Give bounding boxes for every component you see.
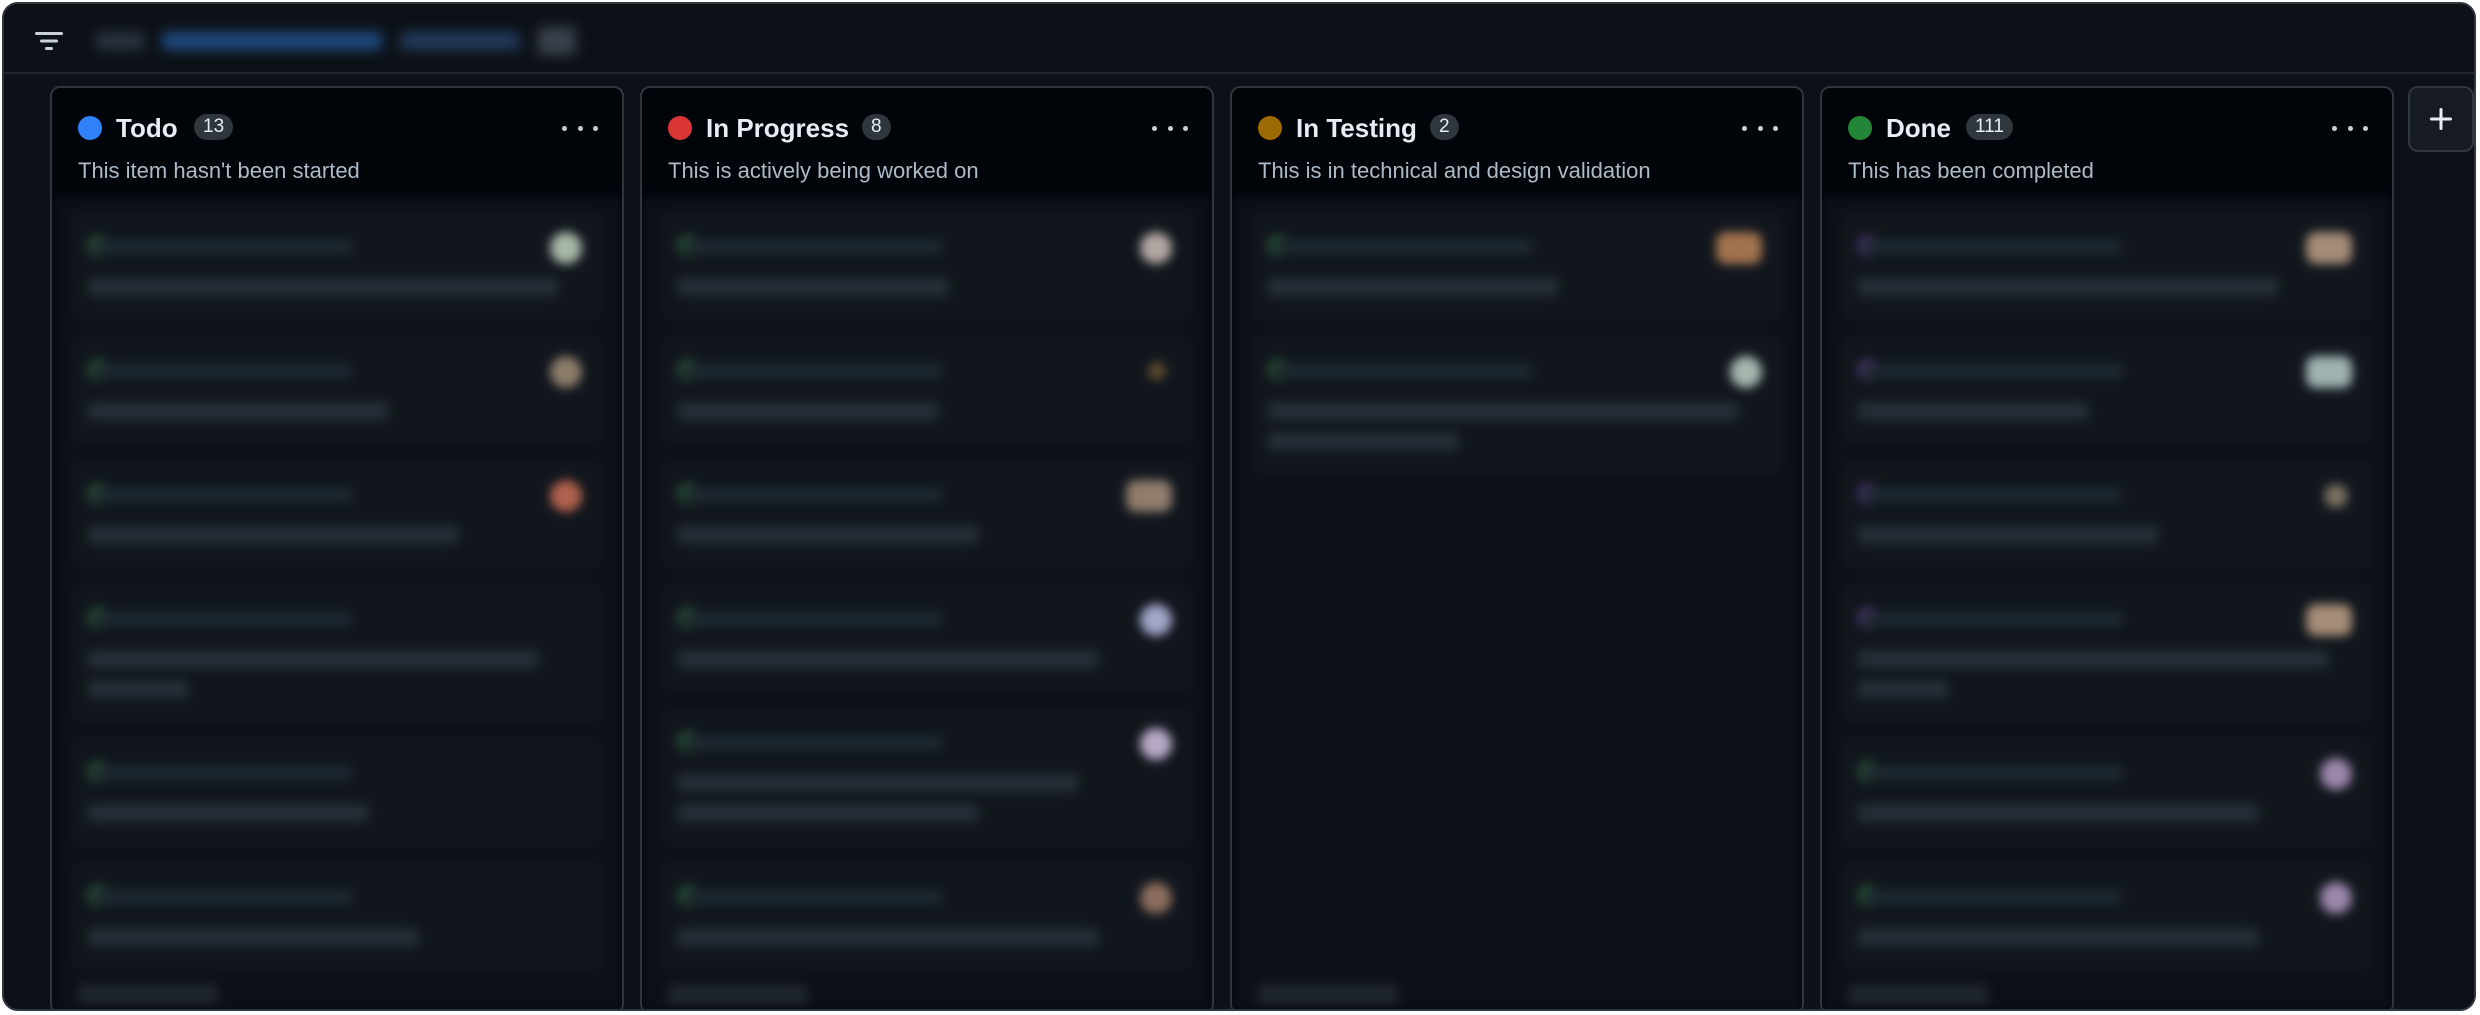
column-description: This is actively being worked on <box>668 158 979 183</box>
status-dot <box>1258 116 1282 140</box>
card[interactable] <box>662 336 1192 444</box>
card[interactable] <box>72 336 602 444</box>
column-header: In Progress 8 This is actively being wor… <box>642 88 1212 196</box>
card[interactable] <box>72 212 602 320</box>
column-description: This item hasn't been started <box>78 158 360 183</box>
column-title: Todo <box>116 113 178 143</box>
card[interactable] <box>1252 336 1782 474</box>
card[interactable] <box>72 738 602 846</box>
add-item-button[interactable] <box>668 984 808 1004</box>
add-item-button[interactable] <box>78 984 218 1004</box>
card[interactable] <box>1842 460 2372 568</box>
plus-icon <box>2430 108 2452 130</box>
card-list <box>52 196 622 1009</box>
card[interactable] <box>662 708 1192 846</box>
column-menu-button[interactable] <box>2332 118 2368 138</box>
column-menu-button[interactable] <box>1152 118 1188 138</box>
add-column-button[interactable] <box>2408 86 2474 152</box>
card[interactable] <box>662 862 1192 970</box>
item-count-badge: 8 <box>862 114 891 140</box>
card-list <box>642 196 1212 1009</box>
add-item-button[interactable] <box>1848 984 1988 1004</box>
column-title: In Testing <box>1296 113 1417 143</box>
status-dot <box>1848 116 1872 140</box>
column-description: This is in technical and design validati… <box>1258 158 1651 183</box>
column-in-testing: In Testing 2 This is in technical and de… <box>1230 86 1804 1009</box>
column-header: Done 111 This has been completed <box>1822 88 2392 196</box>
card-list <box>1232 196 1802 1009</box>
card[interactable] <box>1842 212 2372 320</box>
card[interactable] <box>662 212 1192 320</box>
column-header: In Testing 2 This is in technical and de… <box>1232 88 1802 196</box>
card[interactable] <box>662 584 1192 692</box>
card-list <box>1822 196 2392 1009</box>
card[interactable] <box>1842 584 2372 722</box>
project-board-window: Todo 13 This item hasn't been started In… <box>2 2 2476 1011</box>
status-dot <box>78 116 102 140</box>
column-todo: Todo 13 This item hasn't been started <box>50 86 624 1009</box>
item-count-badge: 13 <box>194 114 234 140</box>
card[interactable] <box>1252 212 1782 320</box>
card[interactable] <box>1842 738 2372 846</box>
column-done: Done 111 This has been completed <box>1820 86 2394 1009</box>
column-in-progress: In Progress 8 This is actively being wor… <box>640 86 1214 1009</box>
board: Todo 13 This item hasn't been started In… <box>50 86 2474 1009</box>
column-menu-button[interactable] <box>1742 118 1778 138</box>
board-toolbar <box>4 4 2474 74</box>
column-header: Todo 13 This item hasn't been started <box>52 88 622 196</box>
card[interactable] <box>1842 862 2372 970</box>
view-tabs[interactable] <box>96 22 666 60</box>
card[interactable] <box>1842 336 2372 444</box>
column-title: In Progress <box>706 113 850 143</box>
card[interactable] <box>72 862 602 970</box>
status-dot <box>668 116 692 140</box>
filter-icon <box>35 32 63 50</box>
column-title: Done <box>1886 113 1951 143</box>
column-description: This has been completed <box>1848 158 2094 183</box>
card[interactable] <box>72 460 602 568</box>
item-count-badge: 2 <box>1430 114 1459 140</box>
card[interactable] <box>662 460 1192 568</box>
card[interactable] <box>72 584 602 722</box>
filter-button[interactable] <box>28 24 70 58</box>
column-menu-button[interactable] <box>562 118 598 138</box>
add-item-button[interactable] <box>1258 984 1398 1004</box>
item-count-badge: 111 <box>1966 114 2013 140</box>
